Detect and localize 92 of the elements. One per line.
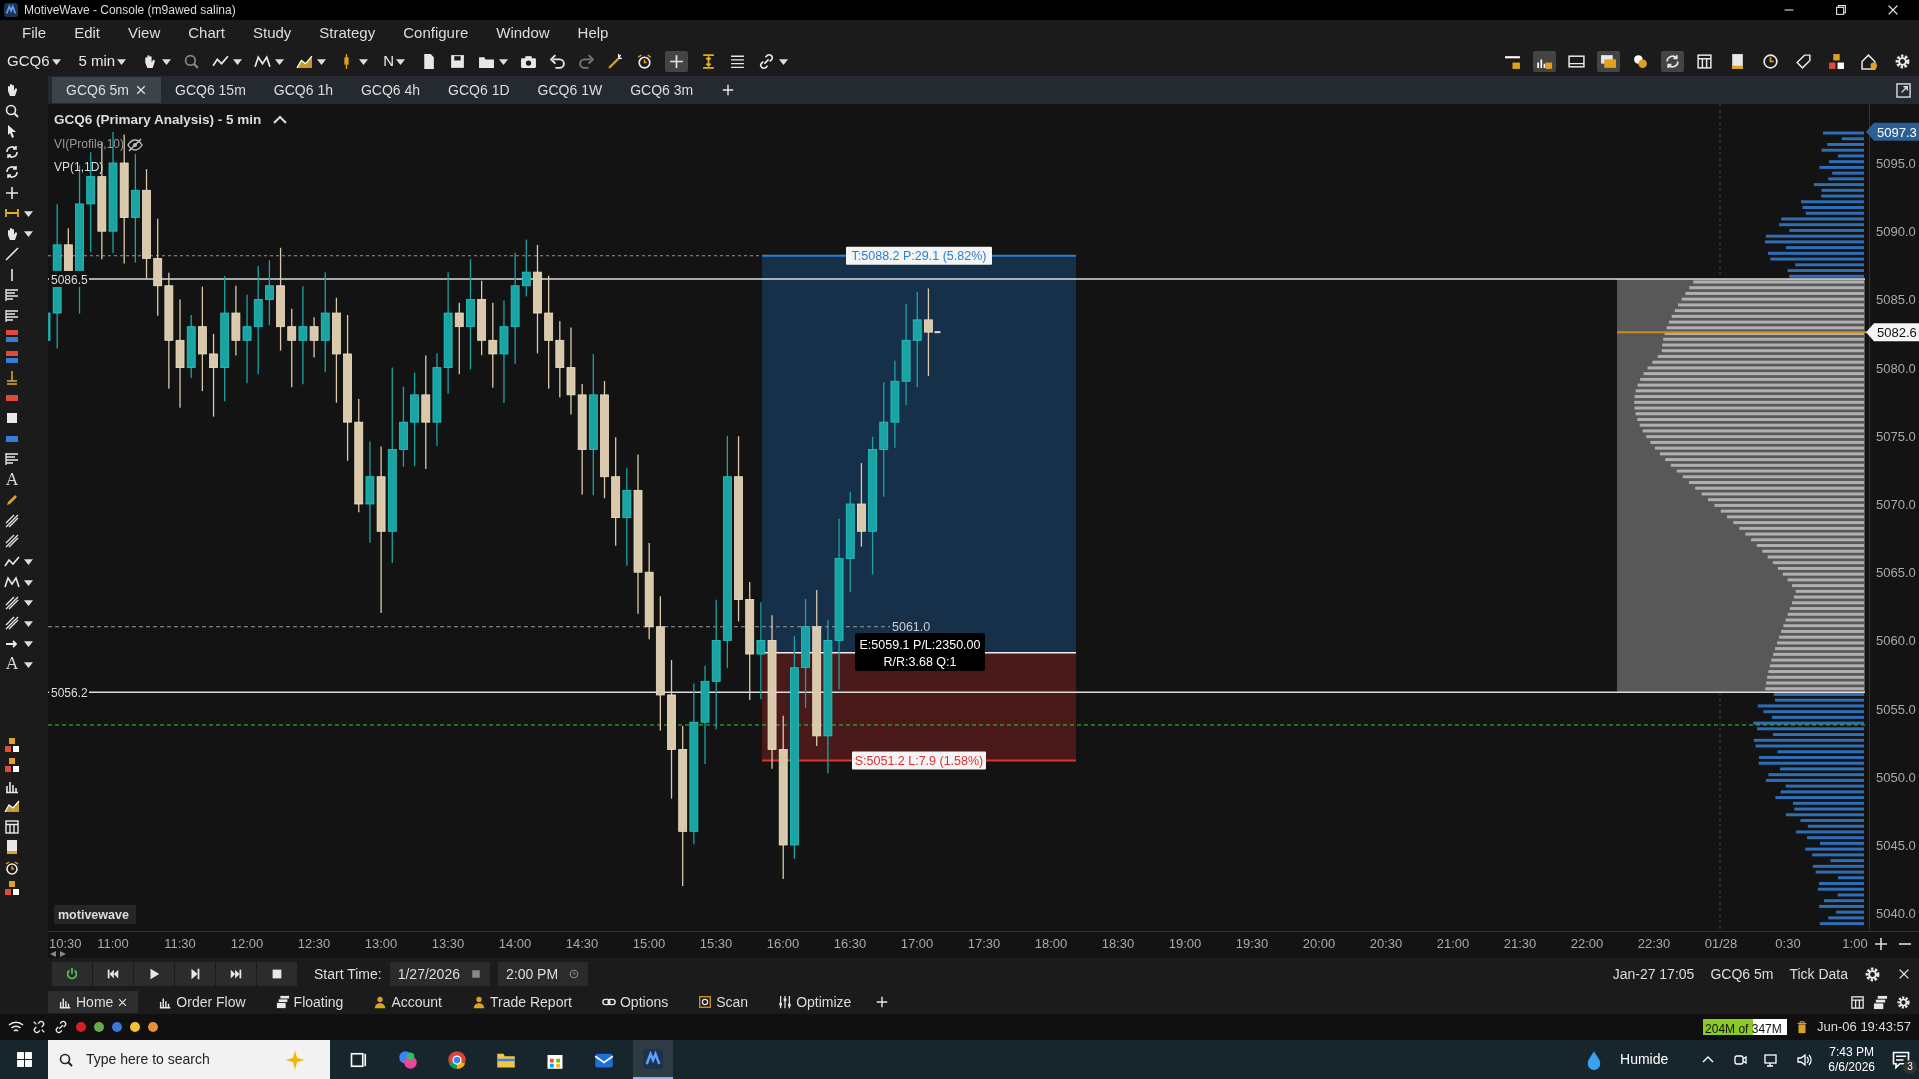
panel-tab[interactable]: Scan — [688, 991, 759, 1013]
time-label: 01/28 — [1704, 936, 1738, 951]
price-label: 5095.0 — [1876, 156, 1916, 171]
symbol-dropdown[interactable]: GCQ6 — [4, 48, 64, 75]
taskbar-time: 7:43 PM — [1829, 1044, 1874, 1060]
brand-label: motivewave — [54, 905, 136, 924]
stop-label: S:5051.2 L:7.9 (1.58%) — [852, 751, 986, 770]
chart-tab[interactable]: GCQ6 1W — [523, 77, 617, 103]
time-label: 15:00 — [632, 936, 666, 951]
chart-tab[interactable]: GCQ6 1h — [259, 77, 347, 103]
price-label: 5080.0 — [1876, 360, 1916, 376]
time-label: 17:30 — [967, 936, 1001, 951]
time-label: 14:30 — [565, 936, 599, 951]
time-label: 14:00 — [498, 936, 532, 951]
chart-tab[interactable]: GCQ6 4h — [346, 77, 435, 103]
price-label: 5040.0 — [1876, 906, 1916, 922]
time-label: 12:00 — [230, 936, 264, 951]
chart-tab[interactable]: GCQ6 1D — [434, 77, 524, 103]
entry-tooltip: E:5059.1 P/L:2350.00 R/R:3.68 Q:1 — [855, 633, 985, 671]
notification-count: 3 — [1903, 1060, 1917, 1075]
chart-title: GCQ6 (Primary Analysis) - 5 min — [54, 112, 262, 127]
time-label: 20:30 — [1369, 936, 1403, 951]
price-label: 5045.0 — [1876, 838, 1916, 853]
chart-tab[interactable]: GCQ6 5m — [52, 77, 161, 103]
time-label: 18:00 — [1034, 936, 1068, 951]
level-label: 5086.5 — [49, 270, 89, 287]
time-label: 16:00 — [766, 936, 800, 951]
text-tool[interactable]: A — [4, 656, 20, 673]
price-label: 5055.0 — [1876, 701, 1916, 717]
search-bar[interactable]: Type here to search — [48, 1040, 330, 1079]
price-label: 5060.0 — [1876, 633, 1916, 649]
menu-item[interactable]: View — [114, 22, 175, 45]
time-label: 11:30 — [164, 936, 196, 951]
time-label: 20:00 — [1302, 936, 1336, 951]
level-label: 5061.0 — [892, 619, 931, 634]
time-field[interactable]: 2:00 PM — [498, 962, 589, 986]
window-title: MotiveWave - Console (m9awed salina) — [24, 2, 236, 19]
chart-info: GCQ6 5m — [1710, 964, 1774, 984]
bar-type-dropdown[interactable]: N — [380, 48, 409, 75]
panel-tab[interactable]: Order Flow — [148, 991, 256, 1013]
menu-item[interactable]: Strategy — [305, 22, 390, 45]
time-label: 13:00 — [364, 936, 398, 951]
price-label: 5075.0 — [1876, 428, 1916, 444]
interval-dropdown[interactable]: 5 min — [75, 48, 130, 75]
chart-info: Tick Data — [1789, 964, 1848, 984]
price-label: 5070.0 — [1876, 497, 1916, 512]
menu-item[interactable]: Help — [563, 22, 623, 45]
start-time-label: Start Time: — [314, 964, 382, 984]
date-field[interactable]: 1/27/2026 — [389, 962, 490, 986]
time-label: 21:30 — [1503, 936, 1537, 951]
chart-tab[interactable]: GCQ6 15m — [161, 77, 260, 103]
price-label: 5090.0 — [1876, 224, 1916, 240]
time-label: 19:00 — [1168, 936, 1202, 951]
price-tag: 5097.3 — [1866, 122, 1919, 141]
time-label: 15:30 — [699, 936, 733, 951]
panel-tab[interactable]: Floating — [265, 991, 354, 1013]
time-label: 22:30 — [1637, 936, 1671, 951]
chart-info: Jan-27 17:05 — [1612, 964, 1695, 984]
time-label: 13:30 — [431, 936, 465, 951]
time-label: 17:00 — [900, 936, 934, 951]
menu-item[interactable]: Study — [238, 22, 306, 45]
taskbar-date: 6/6/2026 — [1828, 1059, 1875, 1075]
price-tag: 5082.6 — [1866, 323, 1919, 342]
status-datetime: Jun-06 19:43:57 — [1817, 1018, 1911, 1037]
time-label: 1:00 — [1842, 936, 1868, 951]
weather-label: Humide — [1620, 1050, 1669, 1069]
panel-tab[interactable]: Home — [48, 991, 139, 1013]
text-tool[interactable]: A — [4, 471, 20, 488]
time-label: 16:30 — [833, 936, 867, 951]
menu-item[interactable]: File — [8, 22, 61, 45]
time-label: 12:30 — [297, 936, 331, 951]
panel-tab[interactable]: Options — [591, 991, 679, 1013]
panel-tab[interactable]: Optimize — [768, 991, 862, 1013]
time-label: 22:00 — [1570, 936, 1604, 951]
time-label: 10:30 — [49, 936, 82, 951]
time-label: 11:00 — [97, 936, 129, 951]
time-label: 18:30 — [1101, 936, 1135, 951]
menu-item[interactable]: Edit — [60, 22, 115, 45]
price-label: 5085.0 — [1876, 292, 1916, 308]
panel-tab[interactable]: Account — [363, 991, 452, 1013]
menu-item[interactable]: Window — [482, 22, 564, 45]
time-label: 19:30 — [1235, 936, 1269, 951]
target-label: T:5088.2 P:29.1 (5.82%) — [846, 246, 992, 265]
price-label: 5050.0 — [1876, 769, 1916, 785]
panel-tab[interactable]: Trade Report — [462, 991, 582, 1013]
menu-item[interactable]: Configure — [389, 22, 483, 45]
time-label: 21:00 — [1436, 936, 1470, 951]
price-label: 5065.0 — [1876, 565, 1916, 581]
chart-tab[interactable]: GCQ6 3m — [616, 77, 708, 103]
search-field[interactable]: Type here to search — [84, 1048, 274, 1071]
menu-item[interactable]: Chart — [174, 22, 239, 45]
time-label: 0:30 — [1775, 936, 1801, 951]
